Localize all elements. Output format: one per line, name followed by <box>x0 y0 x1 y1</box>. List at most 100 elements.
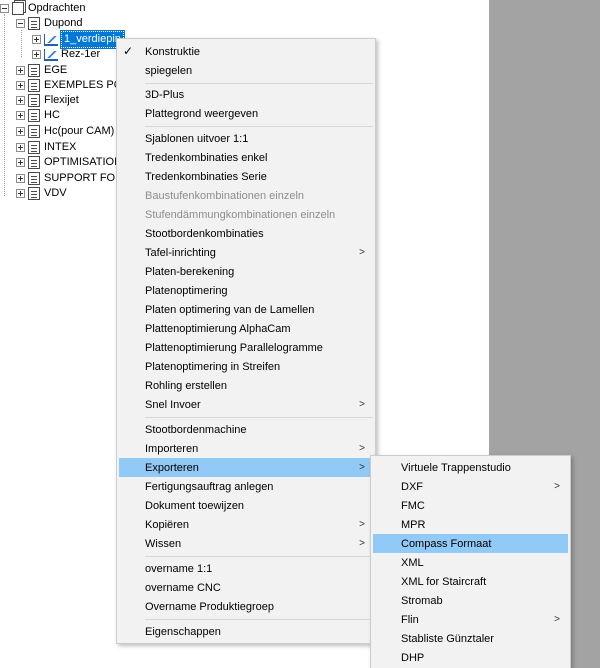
menu-item-streifen[interactable]: Platenoptimering in Streifen <box>119 357 373 376</box>
menu-item-label: Plattegrond weergeven <box>145 107 259 120</box>
tree-node[interactable]: HC <box>16 108 60 123</box>
tree-node[interactable]: Hc(pour CAM) <box>16 124 114 139</box>
collapse-icon[interactable] <box>16 19 25 28</box>
tree-node[interactable]: VDV <box>16 186 67 201</box>
tree-node[interactable]: EGE <box>16 63 67 78</box>
menu-item-tredenkombinaties-enkel[interactable]: Tredenkombinaties enkel <box>119 148 373 167</box>
menu-item-label: Fertigungsauftrag anlegen <box>145 480 274 493</box>
menu-item-exporteren[interactable]: Exporteren > <box>119 458 373 477</box>
expand-icon[interactable] <box>16 81 25 90</box>
submenu-item-fmc[interactable]: FMC <box>373 496 568 515</box>
menu-item-platenoptimering[interactable]: Platenoptimering <box>119 281 373 300</box>
menu-item-overname-cnc[interactable]: overname CNC <box>119 578 373 597</box>
submenu-item-flin[interactable]: Flin > <box>373 610 568 629</box>
menu-separator <box>145 83 373 84</box>
menu-item-stootbordenmachine[interactable]: Stootbordenmachine <box>119 420 373 439</box>
tree-node[interactable]: EXEMPLES POU <box>16 78 130 93</box>
chevron-right-icon: > <box>359 443 365 454</box>
menu-item-eigenschappen[interactable]: Eigenschappen <box>119 622 373 641</box>
menu-item-label: FMC <box>401 499 425 512</box>
menu-item-konstruktie[interactable]: ✓ Konstruktie <box>119 42 373 61</box>
submenu-item-virtuele-trappenstudio[interactable]: Virtuele Trappenstudio <box>373 458 568 477</box>
menu-item-label: Plattenoptimierung Parallelogramme <box>145 341 323 354</box>
menu-item-alphacam[interactable]: Plattenoptimierung AlphaCam <box>119 319 373 338</box>
menu-item-label: Tafel-inrichting <box>145 246 216 259</box>
menu-item-label: Tredenkombinaties Serie <box>145 170 267 183</box>
menu-item-label: Plattenoptimierung AlphaCam <box>145 322 291 335</box>
expand-icon[interactable] <box>16 127 25 136</box>
submenu-item-stromab[interactable]: Stromab <box>373 591 568 610</box>
menu-item-label: Overname Produktiegroep <box>145 600 275 613</box>
menu-item-dokument-toewijzen[interactable]: Dokument toewijzen <box>119 496 373 515</box>
menu-item-label: XML for Staircraft <box>401 575 487 588</box>
menu-item-rohling[interactable]: Rohling erstellen <box>119 376 373 395</box>
expand-icon[interactable] <box>16 111 25 120</box>
expand-icon[interactable] <box>16 143 25 152</box>
tree-node[interactable]: OPTIMISATION <box>16 155 122 170</box>
tree-node-opdrachten[interactable]: Opdrachten <box>0 1 85 16</box>
menu-item-label: Flin <box>401 613 419 626</box>
collapse-icon[interactable] <box>0 4 9 13</box>
menu-item-plattegrond[interactable]: Plattegrond weergeven <box>119 104 373 123</box>
tree-node-label: OPTIMISATION <box>44 156 123 168</box>
menu-item-label: Platen-berekening <box>145 265 235 278</box>
expand-icon[interactable] <box>16 174 25 183</box>
chevron-right-icon: > <box>359 399 365 410</box>
expand-icon[interactable] <box>32 35 41 44</box>
expand-icon[interactable] <box>16 158 25 167</box>
menu-separator <box>145 619 373 620</box>
menu-item-tafel-inrichting[interactable]: Tafel-inrichting > <box>119 243 373 262</box>
menu-separator <box>145 126 373 127</box>
menu-item-label: Stootbordenkombinaties <box>145 227 264 240</box>
chevron-right-icon: > <box>359 538 365 549</box>
submenu-item-dhp[interactable]: DHP <box>373 648 568 667</box>
expand-icon[interactable] <box>16 189 25 198</box>
expand-icon[interactable] <box>16 66 25 75</box>
menu-item-tredenkombinaties-serie[interactable]: Tredenkombinaties Serie <box>119 167 373 186</box>
menu-item-label: Stufendämmungkombinationen einzeln <box>145 208 336 221</box>
tree-node[interactable]: SUPPORT FORM <box>16 171 132 186</box>
tree-node[interactable]: INTEX <box>16 140 76 155</box>
menu-item-label: Compass Formaat <box>401 537 492 550</box>
menu-item-stootbordenkombinaties[interactable]: Stootbordenkombinaties <box>119 224 373 243</box>
submenu-item-xml[interactable]: XML <box>373 553 568 572</box>
tree-node-rez[interactable]: Rez-1er <box>32 47 100 62</box>
menu-item-spiegelen[interactable]: spiegelen <box>119 61 373 80</box>
submenu-item-xml-staircraft[interactable]: XML for Staircraft <box>373 572 568 591</box>
menu-item-label: Tredenkombinaties enkel <box>145 151 268 164</box>
tree-node-label: Flexijet <box>44 94 79 106</box>
expand-icon[interactable] <box>32 50 41 59</box>
tree-node-label: Hc(pour CAM) <box>44 125 115 137</box>
tree-node[interactable]: Flexijet <box>16 93 79 108</box>
menu-item-label: Stromab <box>401 594 443 607</box>
document-icon <box>28 125 40 138</box>
submenu-item-mpr[interactable]: MPR <box>373 515 568 534</box>
menu-item-wissen[interactable]: Wissen > <box>119 534 373 553</box>
menu-item-platen-berekening[interactable]: Platen-berekening <box>119 262 373 281</box>
menu-item-sjablonen[interactable]: Sjablonen uitvoer 1:1 <box>119 129 373 148</box>
menu-item-overname-1-1[interactable]: overname 1:1 <box>119 559 373 578</box>
menu-item-importeren[interactable]: Importeren > <box>119 439 373 458</box>
menu-item-3d-plus[interactable]: 3D-Plus <box>119 85 373 104</box>
expand-icon[interactable] <box>16 96 25 105</box>
submenu-item-compass-formaat[interactable]: Compass Formaat <box>373 534 568 553</box>
tree-node-label: Dupond <box>44 17 83 29</box>
tree-node-verdieping[interactable]: 1_verdiepin <box>32 30 125 49</box>
folder-tree-icon <box>12 2 24 15</box>
menu-item-snel-invoer[interactable]: Snel Invoer > <box>119 395 373 414</box>
tree-line <box>4 14 5 196</box>
staircase-icon <box>44 48 58 61</box>
menu-item-label: MPR <box>401 518 426 531</box>
menu-item-fertigungsauftrag[interactable]: Fertigungsauftrag anlegen <box>119 477 373 496</box>
menu-item-platen-lamellen[interactable]: Platen optimering van de Lamellen <box>119 300 373 319</box>
menu-item-parallelogramme[interactable]: Plattenoptimierung Parallelogramme <box>119 338 373 357</box>
menu-item-overname-produktiegroep[interactable]: Overname Produktiegroep <box>119 597 373 616</box>
tree-node-dupond[interactable]: Dupond <box>16 16 83 31</box>
export-submenu: Virtuele Trappenstudio DXF > FMC MPR Com… <box>370 455 571 668</box>
submenu-item-stabliste[interactable]: Stabliste Günztaler <box>373 629 568 648</box>
document-icon <box>28 79 40 92</box>
tree-node-label: VDV <box>44 187 67 199</box>
menu-item-kopieren[interactable]: Kopiëren > <box>119 515 373 534</box>
tree-node-label: 1_verdiepin <box>60 30 125 49</box>
submenu-item-dxf[interactable]: DXF > <box>373 477 568 496</box>
